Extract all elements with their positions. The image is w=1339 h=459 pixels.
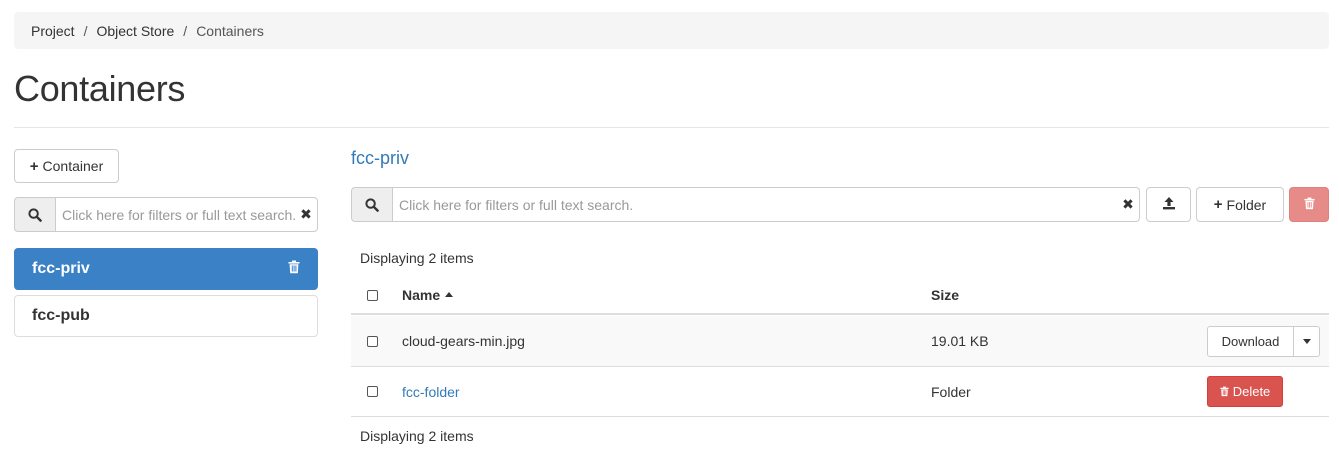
container-item-label: fcc-priv	[32, 260, 90, 277]
breadcrumb-separator: /	[183, 22, 188, 39]
container-search: ✖	[14, 197, 318, 232]
display-count: Displaying 2 items	[360, 428, 474, 444]
table-header: Name Size	[351, 275, 1329, 315]
object-name: cloud-gears-min.jpg	[402, 333, 525, 349]
object-search: ✖	[351, 187, 1140, 222]
object-size: 19.01 KB	[931, 333, 989, 349]
download-options-toggle[interactable]	[1294, 326, 1320, 357]
sort-ascending-icon	[445, 292, 454, 297]
delete-folder-button[interactable]: Delete	[1207, 376, 1283, 407]
container-heading: fcc-priv	[351, 148, 409, 168]
breadcrumb-item-project[interactable]: Project	[31, 23, 75, 39]
download-button[interactable]: Download	[1207, 326, 1294, 357]
display-count: Displaying 2 items	[360, 250, 474, 266]
upload-button[interactable]	[1146, 187, 1191, 222]
column-header-name[interactable]: Name	[402, 287, 454, 303]
breadcrumb: Project / Object Store / Containers	[14, 12, 1329, 49]
breadcrumb-separator: /	[83, 22, 88, 39]
row-checkbox[interactable]	[367, 386, 378, 397]
folder-link[interactable]: fcc-folder	[402, 384, 460, 400]
container-search-input[interactable]	[56, 198, 295, 231]
container-item-fcc-priv[interactable]: fcc-priv	[14, 248, 318, 290]
breadcrumb-item-object-store[interactable]: Object Store	[96, 23, 174, 39]
delete-selected-button[interactable]	[1289, 187, 1329, 222]
container-search-field: ✖	[55, 197, 318, 232]
search-icon[interactable]	[351, 187, 392, 222]
trash-icon[interactable]	[288, 260, 300, 279]
divider	[14, 127, 1329, 128]
add-folder-label: Folder	[1226, 196, 1267, 213]
plus-icon: +	[1213, 196, 1223, 213]
column-header-size[interactable]: Size	[931, 287, 959, 303]
breadcrumb-item-containers: Containers	[196, 22, 264, 39]
add-folder-button[interactable]: + Folder	[1196, 187, 1284, 222]
object-search-field: ✖	[392, 187, 1140, 222]
clear-icon[interactable]: ✖	[295, 206, 317, 223]
add-container-label: Container	[42, 158, 104, 174]
row-checkbox[interactable]	[367, 336, 378, 347]
table-row: fcc-folder Folder Delete	[351, 367, 1329, 417]
search-icon[interactable]	[14, 197, 55, 232]
container-item-fcc-pub[interactable]: fcc-pub	[14, 295, 318, 337]
plus-icon: +	[29, 157, 39, 175]
object-search-input[interactable]	[393, 188, 1117, 221]
clear-icon[interactable]: ✖	[1117, 196, 1139, 213]
download-button-group: Download	[1207, 326, 1320, 357]
chevron-down-icon	[1302, 339, 1311, 344]
trash-icon	[1303, 197, 1315, 213]
container-item-label: fcc-pub	[32, 307, 90, 324]
page-title: Containers	[14, 68, 186, 109]
upload-icon	[1162, 196, 1176, 213]
add-container-button[interactable]: + Container	[14, 149, 119, 183]
trash-icon	[1220, 386, 1229, 397]
delete-label: Delete	[1232, 384, 1271, 399]
column-header-name-label: Name	[402, 287, 441, 303]
select-all-checkbox[interactable]	[367, 290, 378, 301]
table-row: cloud-gears-min.jpg 19.01 KB Download	[351, 316, 1329, 367]
object-size: Folder	[931, 384, 971, 400]
